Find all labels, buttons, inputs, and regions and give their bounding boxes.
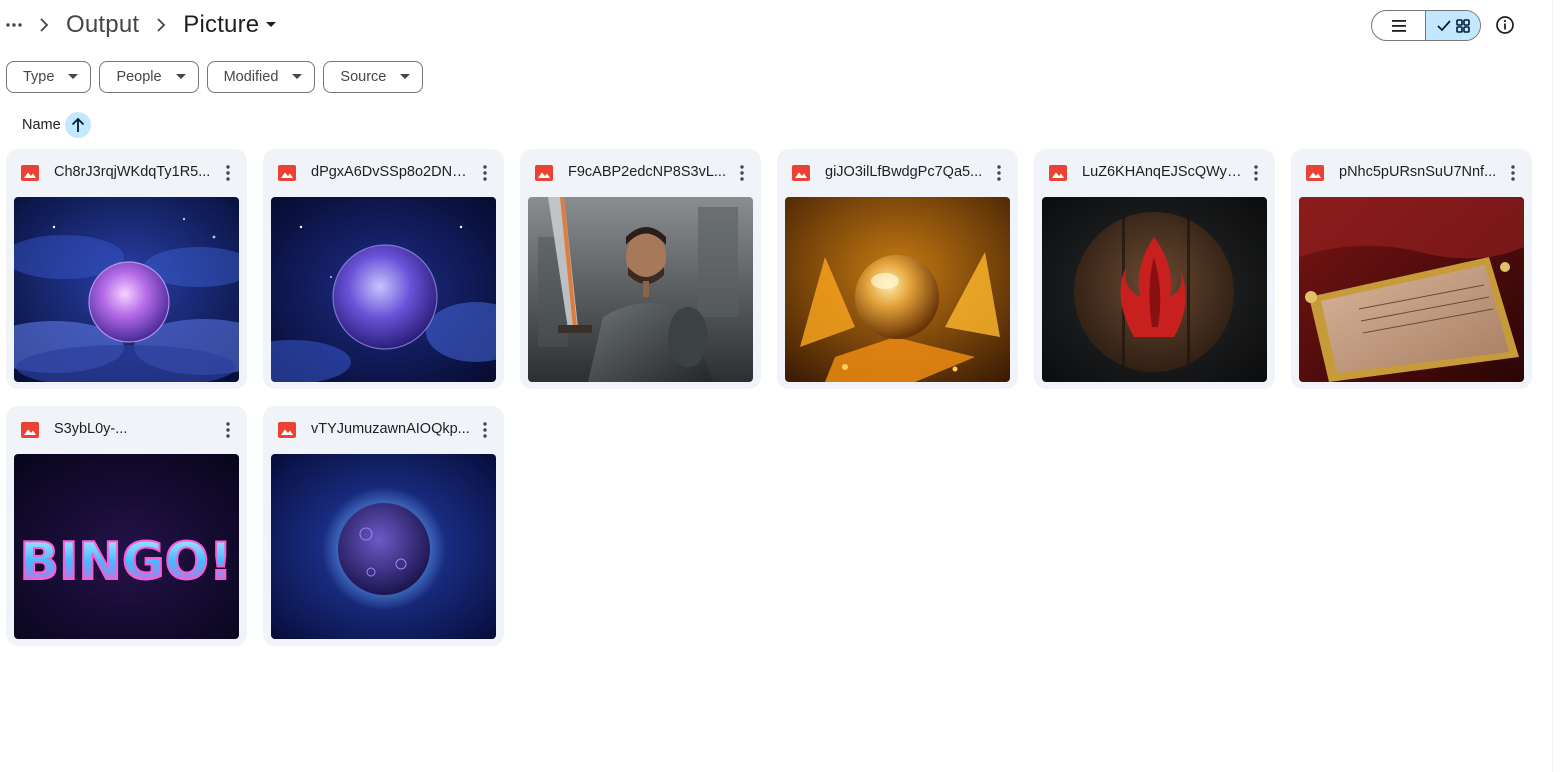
- image-file-icon: [1049, 165, 1067, 181]
- filter-chips: Type People Modified Source: [6, 61, 424, 93]
- file-name: dPgxA6DvSSp8o2DN8...: [311, 164, 471, 180]
- more-vert-icon[interactable]: [1501, 161, 1525, 185]
- breadcrumb-item-output[interactable]: Output: [62, 11, 143, 39]
- image-file-icon: [792, 165, 810, 181]
- more-vert-icon[interactable]: [1244, 161, 1268, 185]
- image-file-icon: [21, 422, 39, 438]
- file-name: F9cABP2edcNP8S3vL...: [568, 164, 726, 180]
- more-vert-icon[interactable]: [987, 161, 1011, 185]
- sort-direction-button[interactable]: [64, 112, 91, 138]
- sort-row: Name: [22, 112, 91, 138]
- file-card[interactable]: vTYJumuzawnAIOQkp...: [263, 406, 504, 646]
- file-thumbnail: [1042, 197, 1267, 382]
- check-icon: [1436, 19, 1451, 31]
- file-grid: Ch8rJ3rqjWKdqTy1R5... dPgxA6DvSSp8o2DN8.…: [6, 149, 1532, 646]
- file-thumbnail: BINGO!: [14, 454, 239, 639]
- file-name: giJO3ilLfBwdgPc7Qa5...: [825, 164, 983, 180]
- file-thumbnail: [14, 197, 239, 382]
- grid-view-button[interactable]: [1426, 11, 1480, 40]
- caret-down-icon: [266, 22, 277, 27]
- filter-label: People: [116, 69, 162, 85]
- filter-modified[interactable]: Modified: [206, 61, 316, 93]
- file-card[interactable]: dPgxA6DvSSp8o2DN8...: [263, 149, 504, 389]
- more-vert-icon[interactable]: [473, 161, 497, 185]
- arrow-up-icon: [71, 117, 84, 132]
- image-file-icon: [21, 165, 39, 181]
- file-card[interactable]: Ch8rJ3rqjWKdqTy1R5...: [6, 149, 247, 389]
- view-toggle: [1371, 10, 1481, 41]
- more-horiz-icon[interactable]: [2, 13, 26, 37]
- info-button[interactable]: [1492, 12, 1518, 38]
- file-name: LuZ6KHAnqEJScQWyI...: [1082, 164, 1242, 180]
- breadcrumb-current-label: Picture: [183, 11, 260, 38]
- caret-down-icon: [68, 74, 79, 79]
- more-vert-icon[interactable]: [216, 161, 240, 185]
- file-name: pNhc5pURsnSuU7Nnf...: [1339, 164, 1497, 180]
- image-file-icon: [278, 422, 296, 438]
- breadcrumb: Output Picture: [0, 0, 281, 50]
- scrollbar-track[interactable]: [1552, 0, 1566, 772]
- filter-people[interactable]: People: [99, 61, 199, 93]
- file-card[interactable]: giJO3ilLfBwdgPc7Qa5...: [777, 149, 1018, 389]
- file-thumbnail: [528, 197, 753, 382]
- file-name: Ch8rJ3rqjWKdqTy1R5...: [54, 164, 211, 180]
- more-vert-icon[interactable]: [216, 418, 240, 442]
- image-file-icon: [1306, 165, 1324, 181]
- breadcrumb-item-picture[interactable]: Picture: [179, 11, 281, 39]
- caret-down-icon: [175, 74, 186, 79]
- filter-label: Type: [23, 69, 55, 85]
- caret-down-icon: [400, 74, 411, 79]
- list-icon: [1391, 19, 1406, 32]
- file-thumbnail: [271, 454, 496, 639]
- file-card[interactable]: F9cABP2edcNP8S3vL...: [520, 149, 761, 389]
- file-thumbnail: [785, 197, 1010, 382]
- list-view-button[interactable]: [1372, 11, 1427, 40]
- chevron-right-icon: [26, 13, 62, 37]
- filter-label: Source: [340, 69, 387, 85]
- info-icon: [1496, 16, 1514, 34]
- file-card[interactable]: LuZ6KHAnqEJScQWyI...: [1034, 149, 1275, 389]
- thumbnail-text: BINGO!: [19, 532, 232, 592]
- file-card[interactable]: S3ybL0y-... BINGO!: [6, 406, 247, 646]
- file-name: vTYJumuzawnAIOQkp...: [311, 421, 470, 437]
- image-file-icon: [535, 165, 553, 181]
- filter-type[interactable]: Type: [6, 61, 92, 93]
- more-vert-icon[interactable]: [730, 161, 754, 185]
- file-name: S3ybL0y-...: [54, 421, 128, 437]
- chevron-right-icon: [143, 13, 179, 37]
- caret-down-icon: [292, 74, 303, 79]
- filter-label: Modified: [223, 69, 279, 85]
- image-file-icon: [278, 165, 296, 181]
- file-card[interactable]: pNhc5pURsnSuU7Nnf...: [1291, 149, 1532, 389]
- more-vert-icon[interactable]: [473, 418, 497, 442]
- filter-source[interactable]: Source: [323, 61, 424, 93]
- file-thumbnail: [271, 197, 496, 382]
- grid-icon: [1455, 18, 1470, 33]
- file-thumbnail: [1299, 197, 1524, 382]
- sort-label[interactable]: Name: [22, 117, 61, 133]
